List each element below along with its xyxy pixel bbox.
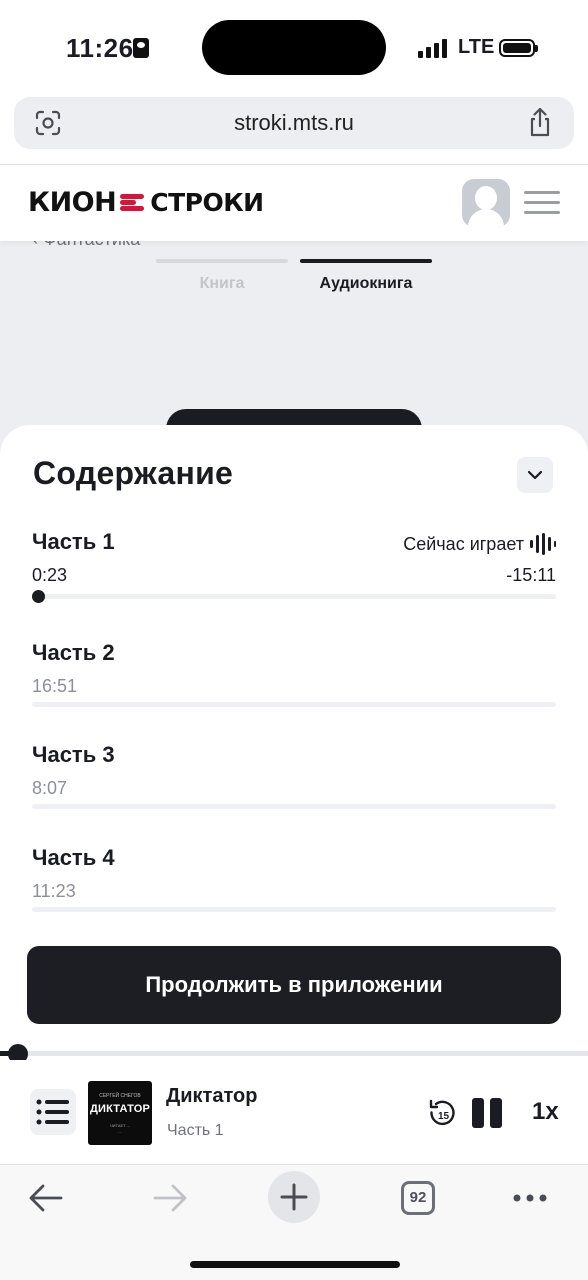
chapter-item[interactable]: Часть 2 16:51 [32, 640, 556, 707]
tab-book[interactable]: Книга [156, 259, 288, 293]
chapter-name: Часть 3 [32, 742, 115, 767]
forward-arrow-icon[interactable] [152, 1183, 188, 1213]
logo-text-stroki: СТРОКИ [150, 187, 264, 217]
chapter-progress-bar [32, 702, 556, 707]
chapter-progress-bar [32, 907, 556, 912]
chapter-current-time: 0:23 [32, 565, 68, 585]
logo-text-kion: КИОН [28, 186, 117, 218]
back-arrow-icon[interactable] [28, 1183, 64, 1213]
playlist-button[interactable] [30, 1089, 76, 1135]
collapse-button[interactable] [517, 457, 553, 493]
tab-book-label: Книга [199, 275, 245, 292]
track-title[interactable]: Диктатор [166, 1085, 257, 1108]
tabs-button[interactable]: 92 [401, 1181, 435, 1215]
rewind-seconds: 15 [438, 1111, 450, 1122]
hamburger-menu-icon[interactable] [524, 191, 560, 215]
tab-audiobook[interactable]: Аудиокнига [300, 259, 432, 293]
now-playing-indicator: Сейчас играет [403, 533, 556, 555]
user-avatar[interactable] [462, 179, 510, 227]
chapter-item[interactable]: Часть 3 8:07 [32, 742, 556, 809]
network-type: LTE [458, 36, 495, 58]
playback-speed-button[interactable]: 1x [532, 1098, 559, 1126]
cover-author: СЕРГЕЙ СНЕГОВ [99, 1093, 141, 1099]
cover-credit-2: ... [118, 1129, 122, 1134]
browser-toolbar: 92 [0, 1165, 588, 1280]
signal-strength-icon [418, 38, 448, 58]
rewind-15-icon[interactable]: 15 [428, 1098, 456, 1128]
kion-stroki-logo[interactable]: КИОН СТРОКИ [28, 186, 264, 218]
address-bar[interactable]: stroki.mts.ru [14, 97, 574, 149]
url-text[interactable]: stroki.mts.ru [14, 110, 574, 136]
chapter-progress-bar[interactable] [32, 594, 556, 599]
plus-icon [280, 1183, 308, 1211]
pause-button[interactable] [472, 1098, 504, 1128]
chapter-remaining-time: -15:11 [506, 565, 556, 585]
mini-player: СЕРГЕЙ СНЕГОВ ДИКТАТОР ЧИТАЕТ ... ... Ди… [0, 1060, 588, 1164]
chapter-progress-bar [32, 804, 556, 809]
sheet-title: Содержание [33, 455, 234, 491]
new-tab-button[interactable] [268, 1171, 320, 1223]
tab-audiobook-label: Аудиокнига [319, 275, 413, 292]
logo-mark-icon [120, 191, 146, 213]
sound-wave-icon [530, 533, 556, 555]
more-options-icon[interactable] [512, 1193, 548, 1203]
contact-badge-icon [133, 38, 149, 58]
home-indicator [190, 1261, 400, 1268]
site-header: КИОН СТРОКИ [0, 165, 588, 241]
chapter-item[interactable]: Часть 1 0:23 Сейчас играет -15:11 [32, 529, 556, 603]
track-chapter: Часть 1 [167, 1122, 224, 1139]
chevron-down-icon [527, 470, 543, 480]
contents-sheet: Содержание Часть 1 0:23 Сейчас играет -1… [0, 425, 588, 1050]
chapter-item[interactable]: Часть 4 11:23 [32, 845, 556, 912]
continue-in-app-button[interactable]: Продолжить в приложении [27, 946, 561, 1024]
list-icon [36, 1099, 69, 1125]
chapter-name: Часть 2 [32, 640, 115, 665]
dynamic-island [202, 20, 386, 75]
status-time: 11:26 [66, 33, 134, 63]
battery-icon [499, 39, 538, 57]
player-progress-bar[interactable] [0, 1044, 588, 1064]
cover-credit: ЧИТАЕТ ... [109, 1123, 131, 1128]
chapter-name: Часть 4 [32, 845, 115, 870]
share-icon[interactable] [526, 107, 554, 137]
chapter-progress-knob[interactable] [32, 590, 45, 603]
chapter-duration: 16:51 [32, 676, 78, 696]
now-playing-label: Сейчас играет [403, 533, 524, 554]
chapter-duration: 8:07 [32, 778, 68, 798]
chapter-duration: 11:23 [32, 881, 76, 901]
cover-title: ДИКТАТОР [89, 1103, 151, 1115]
status-bar: 11:26 LTE [0, 0, 588, 96]
book-cover[interactable]: СЕРГЕЙ СНЕГОВ ДИКТАТОР ЧИТАЕТ ... ... [88, 1081, 152, 1145]
